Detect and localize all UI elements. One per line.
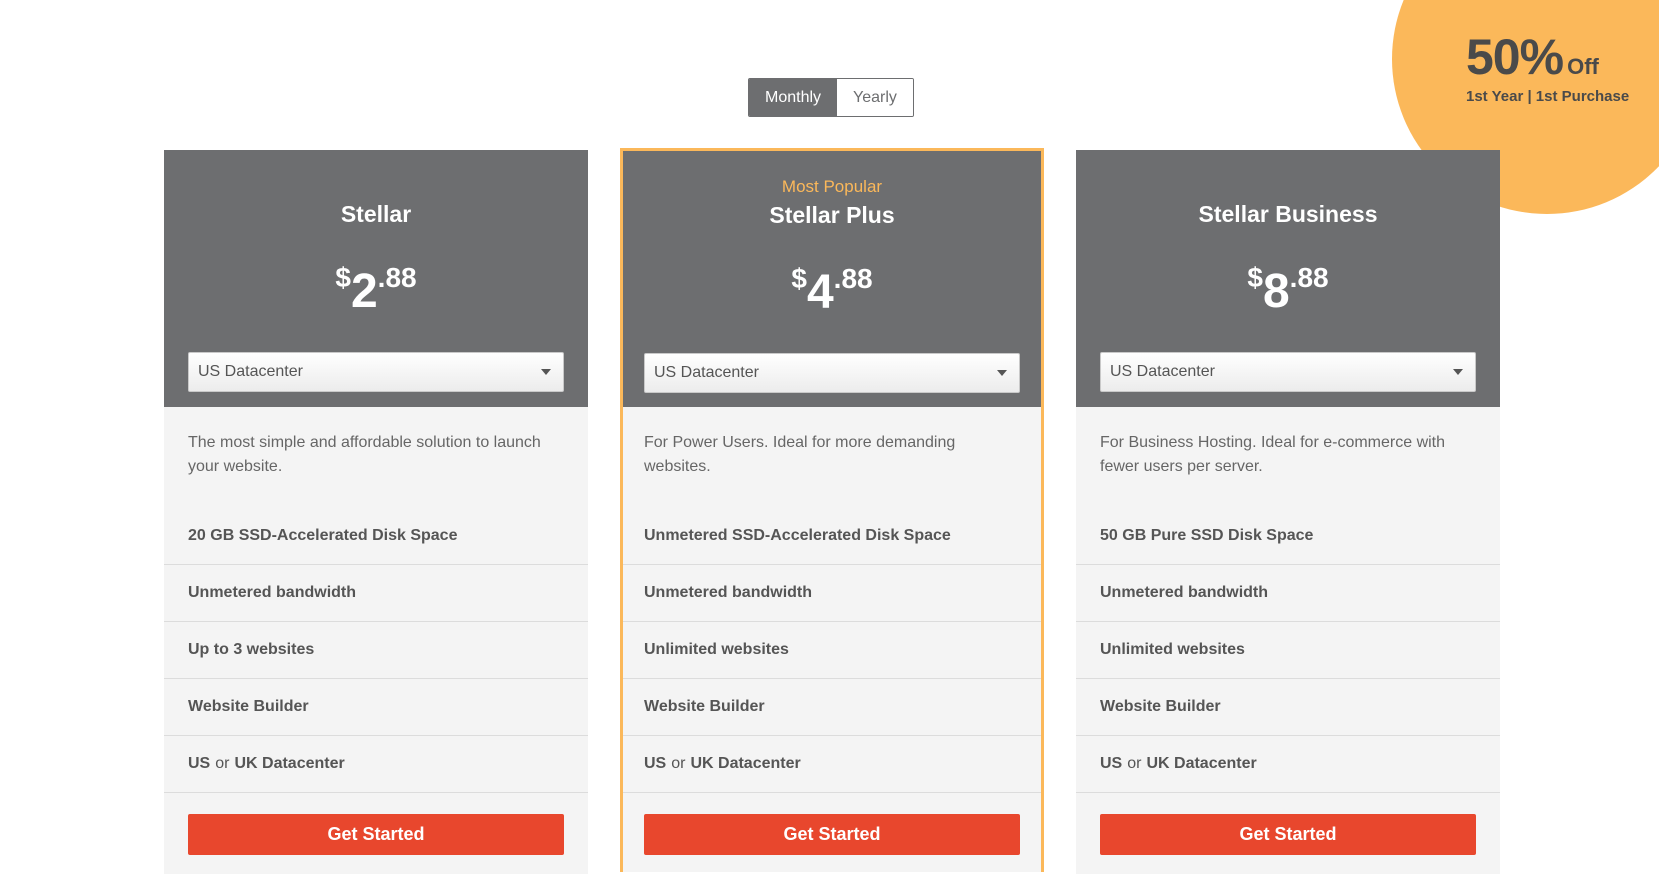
datacenter-select-value: US Datacenter (1110, 363, 1215, 380)
chevron-down-icon (541, 369, 551, 375)
plan-card-stellar-plus: Most Popular Stellar Plus $ 4 .88 US Dat… (620, 148, 1044, 872)
feature-item: Unmetered bandwidth (623, 565, 1041, 622)
price-currency: $ (791, 263, 807, 294)
get-started-button[interactable]: Get Started (1100, 814, 1476, 855)
plan-name: Stellar Plus (769, 202, 895, 228)
price-integer: 2 (350, 265, 378, 318)
feature-item: Unlimited websites (623, 622, 1041, 679)
price-decimal: .88 (833, 263, 873, 294)
plan-header: Most Popular Stellar Plus $ 4 .88 US Dat… (623, 151, 1041, 407)
datacenter-select[interactable]: US Datacenter (644, 353, 1020, 393)
pricing-page: 50% Off 1st Year | 1st Purchase Monthly Y… (0, 0, 1659, 874)
plan-card-stellar-business: Stellar Business $ 8 .88 US Datacenter F… (1076, 150, 1500, 874)
monthly-toggle-button[interactable]: Monthly (749, 79, 838, 116)
promo-off: Off (1567, 54, 1599, 79)
price-integer: 8 (1262, 265, 1290, 318)
plan-price: $ 4 .88 (623, 257, 1041, 320)
feature-item: Unmetered SSD-Accelerated Disk Space (623, 508, 1041, 565)
plan-name: Stellar (340, 201, 412, 227)
price-decimal: .88 (377, 262, 417, 293)
plan-header: Stellar Business $ 8 .88 US Datacenter (1076, 150, 1500, 407)
feature-item: Website Builder (1076, 679, 1500, 736)
datacenter-select-value: US Datacenter (654, 364, 759, 381)
feature-item: 20 GB SSD-Accelerated Disk Space (164, 508, 588, 565)
feature-item: Website Builder (164, 679, 588, 736)
price-currency: $ (335, 262, 351, 293)
feature-item: Unmetered bandwidth (1076, 565, 1500, 622)
chevron-down-icon (997, 370, 1007, 376)
chevron-down-icon (1453, 369, 1463, 375)
datacenter-select[interactable]: US Datacenter (1100, 352, 1476, 392)
promo-percent: 50% (1466, 29, 1564, 85)
datacenter-select[interactable]: US Datacenter (188, 352, 564, 392)
feature-item: Unmetered bandwidth (164, 565, 588, 622)
plan-description: For Power Users. Ideal for more demandin… (644, 434, 956, 475)
plan-name: Stellar Business (1198, 201, 1378, 227)
plan-price: $ 8 .88 (1076, 256, 1500, 319)
price-integer: 4 (806, 266, 834, 319)
plan-header: Stellar $ 2 .88 US Datacenter (164, 150, 588, 407)
feature-item: Unlimited websites (1076, 622, 1500, 679)
get-started-button[interactable]: Get Started (644, 814, 1020, 855)
plan-price: $ 2 .88 (164, 256, 588, 319)
feature-item-datacenter: US or UK Datacenter (623, 736, 1041, 793)
promo-subtitle: 1st Year | 1st Purchase (1466, 88, 1630, 105)
most-popular-badge: Most Popular (781, 177, 883, 196)
feature-item: Website Builder (623, 679, 1041, 736)
yearly-toggle-button[interactable]: Yearly (837, 79, 913, 116)
promo-text: 50% Off 1st Year | 1st Purchase (1466, 32, 1629, 105)
feature-item: 50 GB Pure SSD Disk Space (1076, 508, 1500, 565)
price-currency: $ (1247, 262, 1263, 293)
plan-description: For Business Hosting. Ideal for e-commer… (1100, 434, 1446, 475)
feature-list: Unmetered SSD-Accelerated Disk Space Unm… (623, 508, 1041, 793)
get-started-button[interactable]: Get Started (188, 814, 564, 855)
plan-card-stellar: Stellar $ 2 .88 US Datacenter The most s… (164, 150, 588, 874)
feature-list: 20 GB SSD-Accelerated Disk Space Unmeter… (164, 508, 588, 793)
feature-item-datacenter: US or UK Datacenter (1076, 736, 1500, 793)
plan-description: The most simple and affordable solution … (188, 434, 541, 475)
datacenter-select-value: US Datacenter (198, 363, 303, 380)
feature-item-datacenter: US or UK Datacenter (164, 736, 588, 793)
billing-toggle: Monthly Yearly (748, 78, 914, 117)
feature-list: 50 GB Pure SSD Disk Space Unmetered band… (1076, 508, 1500, 793)
price-decimal: .88 (1289, 262, 1329, 293)
feature-item: Up to 3 websites (164, 622, 588, 679)
